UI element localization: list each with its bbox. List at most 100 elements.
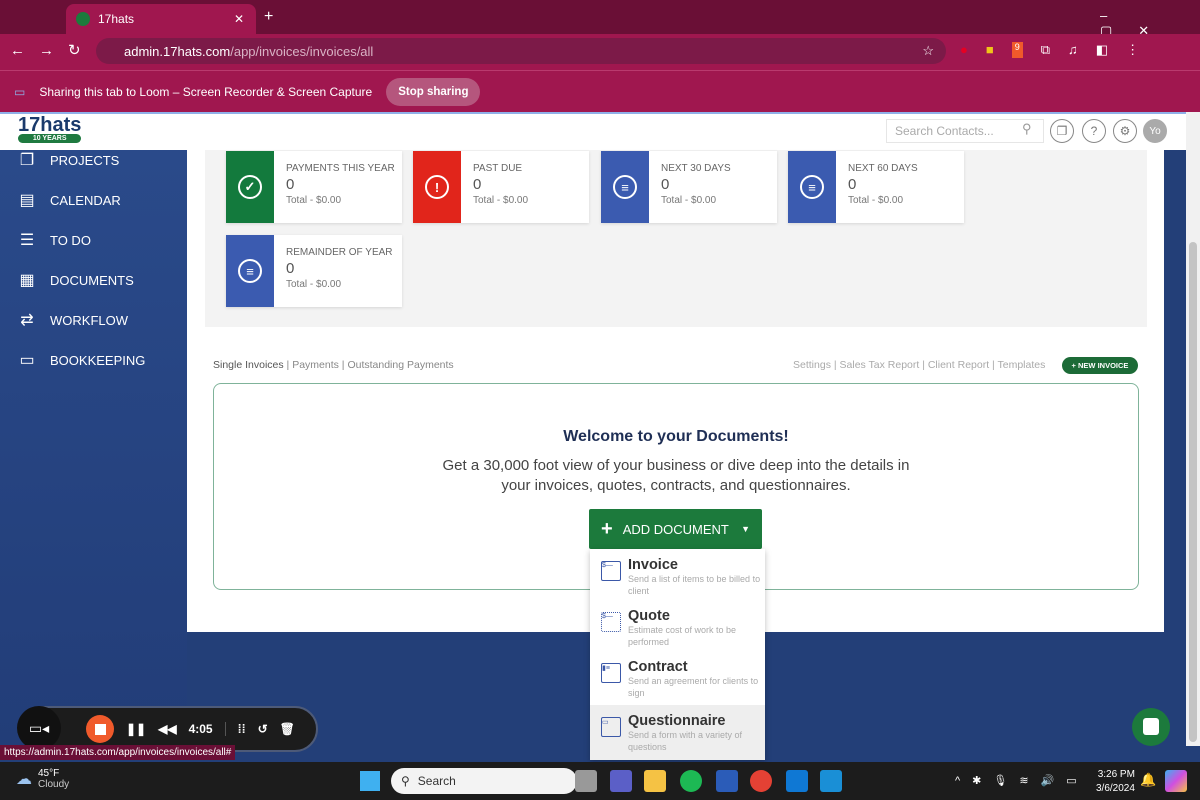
grid-icon[interactable]: ⁞⁞ [224,722,246,736]
file-explorer-icon[interactable] [644,770,666,792]
stat-title: PAST DUE [473,163,523,174]
copilot-icon[interactable] [1165,770,1187,792]
page-scrollbar[interactable] [1186,112,1200,746]
stop-recording-button[interactable] [86,715,114,743]
stat-card-next-60-days[interactable]: ≡ NEXT 60 DAYS 0 Total - $0.00 [788,151,964,223]
outlook-icon[interactable] [786,770,808,792]
link-outstanding-payments[interactable]: Outstanding Payments [347,359,453,371]
caret-down-icon: ▼ [741,524,750,534]
sidebar-item-todo[interactable]: ☰ TO DO [18,230,91,250]
stat-icon-bg: ≡ [601,151,649,223]
extensions[interactable]: ● ■ 9 ⧉ ♫ ◧ ⋮ [960,42,1139,58]
clock[interactable]: 3:26 PM 3/6/2024 [1096,768,1135,796]
teams-icon[interactable] [610,770,632,792]
taskbar-search[interactable]: ⚲ Search [391,768,577,794]
sidebar-item-projects[interactable]: ❐ PROJECTS [18,150,120,170]
address-bar[interactable]: admin.17hats.com/app/invoices/invoices/a… [96,38,946,64]
search-contacts-input[interactable]: Search Contacts... [886,119,1044,143]
extension-badge: 9 [1011,42,1023,58]
settings-icon[interactable]: ⚙ [1113,119,1137,143]
new-invoice-button[interactable]: + NEW INVOICE [1062,357,1138,374]
stat-card-payments-this-year[interactable]: ✓ PAYMENTS THIS YEAR 0 Total - $0.00 [226,151,402,223]
weather-widget[interactable]: ☁ 45°F Cloudy [16,768,69,790]
stat-count: 0 [473,176,482,193]
sidebar-item-workflow[interactable]: ⇄ WORKFLOW [18,310,128,330]
menu-item-quote[interactable]: $— Quote Estimate cost of work to be perfo… [590,600,765,651]
delete-button[interactable]: 🗑 [280,722,295,736]
chat-icon [1143,718,1159,735]
close-tab-icon[interactable]: ✕ [234,12,244,26]
notification-bell-icon[interactable]: 🔔 [1140,772,1156,788]
spotify-icon[interactable] [680,770,702,792]
add-document-menu: $— Invoice Send a list of items to be bill… [590,549,765,760]
menu-item-contract[interactable]: ▮≡ Contract Send an agreement for clients … [590,651,765,702]
document-icon: ≡ [613,175,637,199]
stat-total: Total - $0.00 [286,195,342,206]
stat-total: Total - $0.00 [661,195,717,206]
word-icon[interactable] [716,770,738,792]
chrome-icon[interactable] [750,770,772,792]
menu-item-invoice[interactable]: $— Invoice Send a list of items to be bill… [590,549,765,600]
documents-icon[interactable]: ❐ [1050,119,1074,143]
avatar[interactable]: Yo [1143,119,1167,143]
stat-total: Total - $0.00 [473,195,529,206]
stat-card-past-due[interactable]: ! PAST DUE 0 Total - $0.00 [413,151,589,223]
calendar-icon: ▤ [19,192,35,209]
document-icon: ≡ [238,259,262,283]
stat-count: 0 [661,176,670,193]
stat-icon-bg: ✓ [226,151,274,223]
link-payments[interactable]: Payments [292,359,339,371]
stop-sharing-button[interactable]: Stop sharing [386,77,481,106]
stat-count: 0 [286,176,295,193]
add-document-button[interactable]: + ADD DOCUMENT ▼ [589,509,762,549]
welcome-title: Welcome to your Documents! [563,428,789,445]
link-client-report[interactable]: Client Report [928,359,989,371]
sidebar-item-documents[interactable]: ▦ DOCUMENTS [18,270,133,290]
restart-button[interactable]: ↺ [258,722,268,736]
card-icon: ▭ [19,352,35,369]
help-icon[interactable]: ? [1082,119,1106,143]
stat-title: REMAINDER OF YEAR [286,247,393,258]
projects-icon: ❐ [19,152,35,169]
logo[interactable]: 17hats 10 YEARS [18,114,82,143]
stat-total: Total - $0.00 [848,195,904,206]
plus-icon: + [601,517,613,540]
star-icon[interactable]: ☆ [922,43,934,59]
link-single-invoices[interactable]: Single Invoices [213,359,284,371]
link-settings[interactable]: Settings [793,359,831,371]
menu-item-questionnaire[interactable]: ▭ Questionnaire Send a form with a variety… [590,705,765,760]
camera-toggle-button[interactable]: ▭◂ [17,706,61,750]
invoice-subnav: Single Invoices | Payments | Outstanding… [213,359,454,371]
stat-card-remainder-of-year[interactable]: ≡ REMAINDER OF YEAR 0 Total - $0.00 [226,235,402,307]
favicon-icon [76,12,90,26]
task-view-icon[interactable] [575,770,597,792]
status-url: https://admin.17hats.com/app/invoices/in… [0,745,236,760]
windows-start-icon[interactable] [360,771,380,791]
sharing-bar: ▭ Sharing this tab to Loom – Screen Recor… [0,70,1200,112]
alert-circle-icon: ! [425,175,449,199]
pause-button[interactable]: ❚❚ [126,722,146,736]
link-sales-tax-report[interactable]: Sales Tax Report [840,359,920,371]
nav-buttons[interactable]: ←→↻ [10,41,95,59]
stat-card-next-30-days[interactable]: ≡ NEXT 30 DAYS 0 Total - $0.00 [601,151,777,223]
cloud-icon: ☁ [16,771,32,788]
link-templates[interactable]: Templates [998,359,1046,371]
invoice-tools-nav: Settings | Sales Tax Report | Client Rep… [793,359,1046,371]
welcome-text: Get a 30,000 foot view of your business … [442,457,910,494]
sidebar-item-bookkeeping[interactable]: ▭ BOOKKEEPING [18,350,145,370]
rewind-button[interactable]: ◀◀ [158,722,176,736]
document-icon: ≡ [800,175,824,199]
stat-title: PAYMENTS THIS YEAR [286,163,395,174]
sidebar-item-calendar[interactable]: ▤ CALENDAR [18,190,120,210]
new-tab-button[interactable]: + [264,8,273,26]
system-tray[interactable]: ^✱🎙≋🔊▭ [955,774,1089,787]
stat-count: 0 [848,176,857,193]
browser-tab[interactable]: 17hats ✕ [66,4,256,34]
stat-count: 0 [286,260,295,277]
recording-timer: 4:05 [188,722,213,736]
workflow-icon: ⇄ [20,312,34,329]
chat-widget-button[interactable] [1132,708,1170,746]
contract-icon: ▮≡ [601,663,621,683]
app-icon[interactable] [820,770,842,792]
search-icon: ⚲ [1022,121,1032,136]
